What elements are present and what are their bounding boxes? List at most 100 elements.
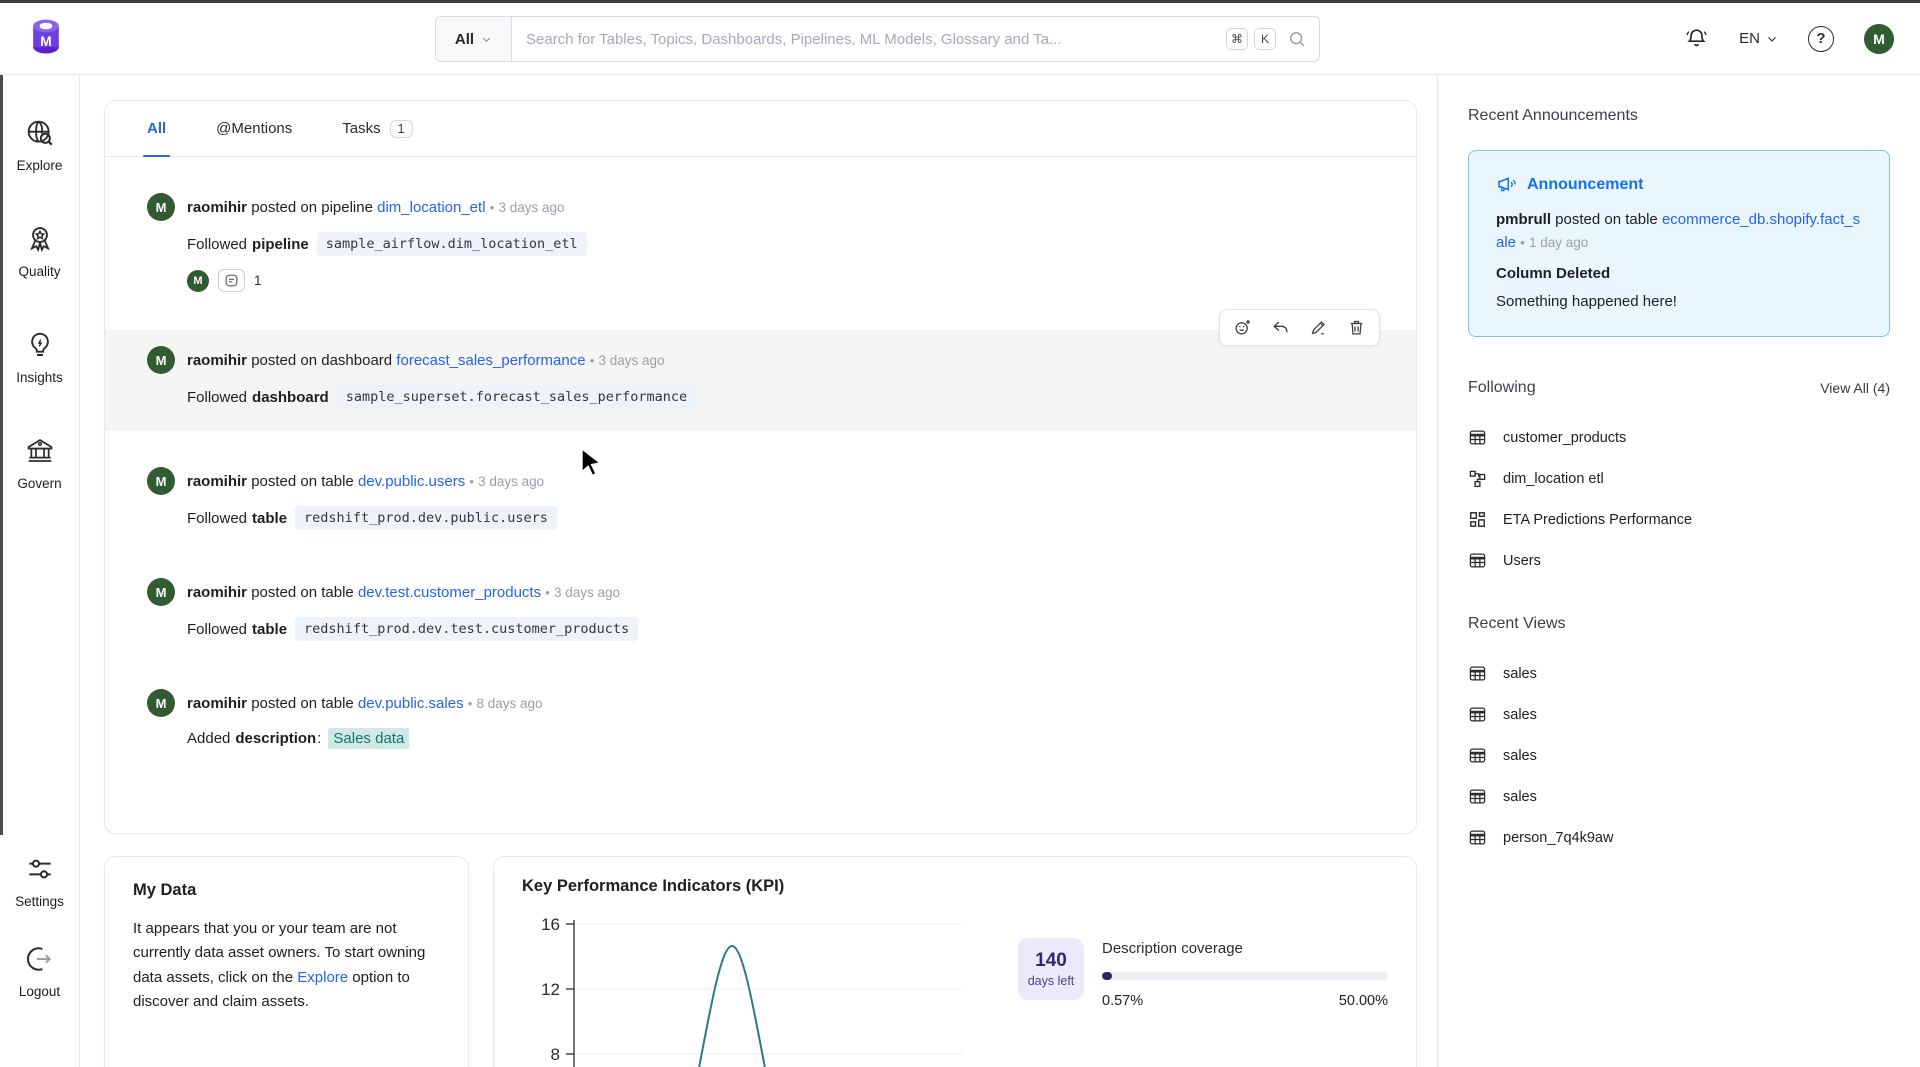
sidebar-item[interactable]: Explore (17, 117, 63, 173)
following-item[interactable]: ETA Predictions Performance (1468, 499, 1890, 540)
notifications-bell-icon[interactable] (1684, 26, 1709, 51)
feed-tab[interactable]: All (147, 101, 166, 156)
following-item-label: Users (1503, 553, 1541, 569)
feed-body-entity-chip[interactable]: redshift_prod.dev.public.users (295, 506, 557, 530)
feed-item-entity-link[interactable]: dev.test.customer_products (358, 584, 541, 601)
avatar[interactable]: M (147, 193, 175, 221)
feed-item-entity-link[interactable]: forecast_sales_performance (396, 352, 585, 369)
feed-item[interactable]: M raomihir posted on table dev.test.cust… (105, 568, 1416, 657)
user-avatar[interactable]: M (1864, 24, 1894, 54)
feed-item[interactable]: M raomihir posted on dashboard forecast_… (105, 330, 1416, 431)
chevron-down-icon (481, 34, 492, 45)
description-coverage: Description coverage 0.57% 50.00% (1102, 938, 1388, 1067)
coverage-target: 50.00% (1339, 993, 1388, 1009)
feed-tab-label: All (147, 120, 166, 137)
following-item[interactable]: customer_products (1468, 417, 1890, 458)
add-reaction-icon[interactable] (1233, 318, 1252, 337)
reply-icon[interactable] (1271, 318, 1290, 337)
announcement-card[interactable]: Announcement pmbrull posted on table eco… (1468, 150, 1890, 337)
sidebar-item[interactable]: Settings (15, 853, 64, 909)
feed-item-action: posted on table (251, 584, 354, 601)
feed-list: M raomihir posted on pipeline dim_locati… (105, 157, 1416, 765)
user-avatar-initial: M (1873, 31, 1885, 47)
avatar-initial: M (156, 585, 167, 600)
sidebar-item[interactable]: Logout (19, 943, 60, 999)
help-glyph: ? (1816, 30, 1825, 47)
feed-item[interactable]: M raomihir posted on table dev.public.us… (105, 457, 1416, 546)
sidebar-item-label: Govern (17, 476, 61, 491)
reply-count-icon[interactable] (218, 269, 245, 292)
feed-body-entity-chip[interactable]: redshift_prod.dev.test.customer_products (295, 617, 638, 641)
feed-body-prefix: Followed (187, 621, 247, 638)
feed-body-keyword: pipeline (252, 236, 309, 253)
kpi-card: Key Performance Indicators (KPI) 16 12 8 (493, 856, 1417, 1067)
top-header: M All ⌘ K EN ? M (0, 3, 1920, 75)
feed-item-timestamp: 8 days ago (476, 696, 542, 711)
openmetadata-logo[interactable]: M (18, 9, 74, 65)
feed-item-header: M raomihir posted on table dev.test.cust… (147, 578, 1374, 606)
avatar-initial: M (156, 200, 167, 215)
feed-body-entity-chip[interactable]: sample_airflow.dim_location_etl (317, 232, 587, 256)
coverage-label: Description coverage (1102, 940, 1388, 957)
feed-tab[interactable]: Tasks 1 (342, 101, 412, 156)
table-icon (1468, 746, 1487, 765)
feed-item-user: raomihir (187, 584, 247, 601)
sidebar-item[interactable]: Govern (17, 435, 61, 491)
feed-item[interactable]: M raomihir posted on pipeline dim_locati… (105, 183, 1416, 308)
recent-view-item[interactable]: sales (1468, 735, 1890, 776)
avatar[interactable]: M (147, 467, 175, 495)
recent-view-item[interactable]: sales (1468, 694, 1890, 735)
recent-announcements-title: Recent Announcements (1468, 107, 1890, 125)
sidebar-item[interactable]: Insights (16, 329, 63, 385)
edit-pencil-icon[interactable] (1309, 318, 1328, 337)
recent-view-item[interactable]: person_7q4k9aw (1468, 817, 1890, 858)
feed-item[interactable]: M raomihir posted on table dev.public.sa… (105, 679, 1416, 765)
following-title: Following (1468, 379, 1536, 397)
following-item[interactable]: Users (1468, 540, 1890, 581)
following-item[interactable]: dim_location etl (1468, 458, 1890, 499)
feed-item-entity-link[interactable]: dim_location_etl (377, 199, 485, 216)
language-selector[interactable]: EN (1739, 30, 1778, 47)
search-filter-dropdown[interactable]: All (436, 17, 512, 61)
feed-item-title: raomihir posted on table dev.test.custom… (187, 584, 620, 601)
kbd-cmd: ⌘ (1226, 28, 1248, 50)
following-view-all-link[interactable]: View All (4) (1820, 380, 1890, 396)
feed-item-entity-link[interactable]: dev.public.users (358, 473, 465, 490)
search-icon[interactable] (1287, 29, 1307, 49)
separator-dot: • (490, 200, 495, 215)
feed-item-action: posted on pipeline (251, 199, 373, 216)
bottom-widgets-row: My Data It appears that you or your team… (104, 856, 1417, 1067)
feed-tab-label: @Mentions (216, 120, 292, 137)
feed-body-entity-chip[interactable]: sample_superset.forecast_sales_performan… (337, 385, 696, 409)
coverage-progress-bar (1102, 972, 1388, 980)
explore-link[interactable]: Explore (297, 969, 348, 986)
avatar-initial: M (156, 353, 167, 368)
delete-trash-icon[interactable] (1347, 318, 1366, 337)
reply-avatar[interactable]: M (187, 270, 209, 292)
help-button[interactable]: ? (1808, 26, 1834, 52)
avatar[interactable]: M (147, 689, 175, 717)
kpi-content: 16 12 8 140 days left Description covera… (522, 896, 1388, 1067)
coverage-numbers: 0.57% 50.00% (1102, 993, 1388, 1009)
feed-item-entity-link[interactable]: dev.public.sales (358, 695, 464, 712)
feed-item-title: raomihir posted on dashboard forecast_sa… (187, 352, 665, 369)
feed-tab[interactable]: @Mentions (216, 101, 292, 156)
govern-bank-icon (24, 435, 56, 467)
header-right-actions: EN ? M (1684, 24, 1894, 54)
feed-body-entity-chip[interactable]: Sales data (328, 728, 409, 749)
avatar[interactable]: M (147, 346, 175, 374)
announcement-label: Announcement (1527, 176, 1643, 194)
recent-view-item[interactable]: sales (1468, 653, 1890, 694)
announcement-heading: Column Deleted (1496, 262, 1862, 285)
comment-lines-icon (224, 273, 239, 288)
search-filter-value: All (455, 31, 474, 48)
avatar[interactable]: M (147, 578, 175, 606)
search-input[interactable] (512, 17, 1226, 61)
y-tick-16: 16 (541, 915, 560, 934)
my-data-text: It appears that you or your team are not… (133, 917, 440, 1014)
following-header: Following View All (4) (1468, 379, 1890, 397)
recent-view-item[interactable]: sales (1468, 776, 1890, 817)
recent-view-item-label: sales (1503, 666, 1537, 682)
sidebar-item[interactable]: Quality (18, 223, 60, 279)
sidebar-item-label: Insights (16, 370, 63, 385)
